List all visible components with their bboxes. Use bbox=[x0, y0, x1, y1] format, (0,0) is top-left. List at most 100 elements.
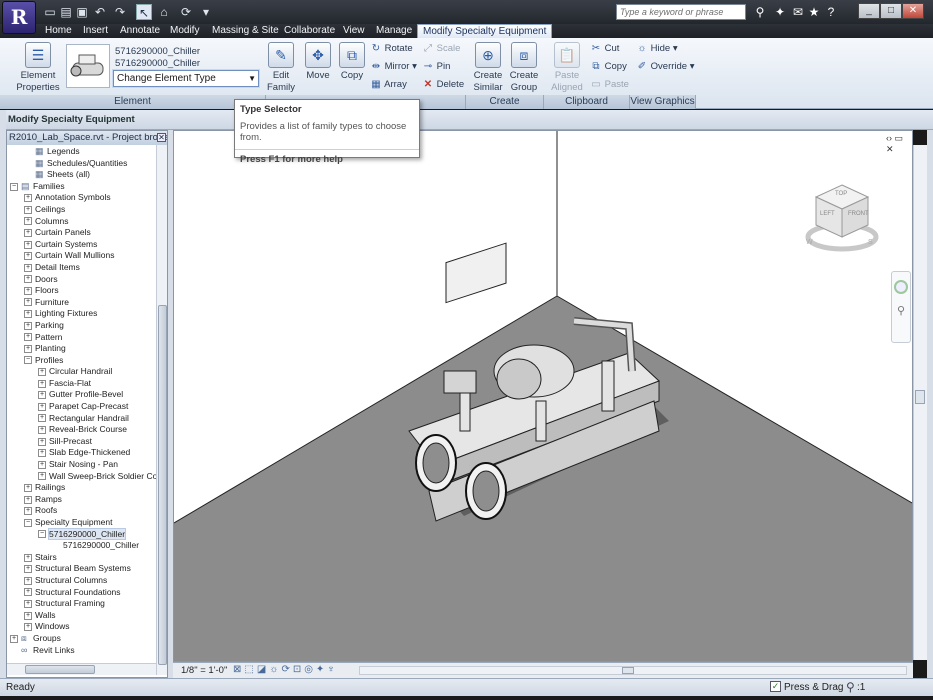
tree-item[interactable]: + Slab Edge-Thickened bbox=[10, 447, 156, 459]
scale-button[interactable]: ⤢ Scale bbox=[422, 43, 460, 55]
restore-button[interactable]: □ bbox=[880, 3, 902, 19]
expand-icon[interactable]: + bbox=[24, 599, 32, 608]
tree-item[interactable]: − Profiles bbox=[10, 355, 156, 367]
viewport-vertical-scrollbar[interactable] bbox=[913, 145, 927, 660]
tree-item[interactable]: + Pattern bbox=[10, 332, 156, 344]
expand-icon[interactable]: + bbox=[38, 379, 46, 388]
tree-item[interactable]: − ▤ Families bbox=[10, 181, 156, 193]
collapse-icon[interactable]: − bbox=[38, 530, 46, 539]
3d-viewport[interactable]: TOP LEFT FRONT W S ⚲ ‹› ▭ ✕ bbox=[173, 130, 913, 662]
subscription-icon[interactable]: ✦ bbox=[772, 4, 788, 20]
viewcube-left-face[interactable]: LEFT bbox=[820, 211, 835, 217]
tree-item[interactable]: + Curtain Wall Mullions bbox=[10, 250, 156, 262]
tree-item[interactable]: + Windows bbox=[10, 621, 156, 633]
expand-icon[interactable]: + bbox=[24, 252, 32, 261]
hscroll-thumb[interactable] bbox=[25, 665, 95, 674]
type-selector-dropdown[interactable]: Change Element Type ▼ bbox=[113, 70, 259, 87]
tree-item[interactable]: + Structural Beam Systems bbox=[10, 563, 156, 575]
press-drag-checkbox[interactable]: ✓ bbox=[770, 681, 781, 692]
tree-item[interactable]: + Detail Items bbox=[10, 262, 156, 274]
tree-item[interactable]: + Reveal-Brick Course bbox=[10, 424, 156, 436]
view-control-icons[interactable]: ⊠⬚◪☼⟳⊡◎✦♆ bbox=[233, 664, 338, 675]
redo-icon[interactable]: ↷ bbox=[112, 4, 128, 20]
tab-massing-site[interactable]: Massing & Site bbox=[207, 24, 284, 38]
favorites-icon[interactable]: ★ bbox=[806, 4, 822, 20]
expand-icon[interactable]: + bbox=[24, 217, 32, 226]
tree-item[interactable]: + Structural Framing bbox=[10, 598, 156, 610]
browser-horizontal-scrollbar[interactable] bbox=[7, 663, 156, 675]
view-scale[interactable]: 1/8" = 1'-0" bbox=[181, 665, 227, 676]
tree-item[interactable]: + Gutter Profile-Bevel bbox=[10, 389, 156, 401]
expand-icon[interactable]: + bbox=[24, 205, 32, 214]
create-group-button[interactable]: ⧈ Create Group bbox=[507, 42, 541, 94]
expand-icon[interactable]: + bbox=[24, 194, 32, 203]
tree-item[interactable]: + Structural Columns bbox=[10, 575, 156, 587]
close-icon[interactable]: ✕ bbox=[157, 133, 166, 142]
browser-vertical-scrollbar[interactable] bbox=[156, 145, 167, 675]
tree-item[interactable]: ∞ Revit Links bbox=[10, 645, 156, 657]
expand-icon[interactable]: + bbox=[24, 565, 32, 574]
expand-icon[interactable]: + bbox=[10, 634, 18, 643]
expand-icon[interactable]: + bbox=[24, 495, 32, 504]
tab-insert[interactable]: Insert bbox=[78, 24, 113, 38]
view-window-controls[interactable]: ‹› ▭ ✕ bbox=[886, 133, 912, 155]
tree-item[interactable]: −5716290000_Chiller bbox=[10, 527, 156, 541]
tab-annotate[interactable]: Annotate bbox=[115, 24, 165, 38]
tree-item[interactable]: ▦ Schedules/Quantities bbox=[10, 158, 156, 170]
expand-icon[interactable]: + bbox=[38, 437, 46, 446]
close-button[interactable]: ✕ bbox=[902, 3, 924, 19]
tree-item[interactable]: + Ceilings bbox=[10, 204, 156, 216]
expand-icon[interactable]: + bbox=[38, 449, 46, 458]
expand-icon[interactable]: + bbox=[24, 321, 32, 330]
viewcube-top-face[interactable]: TOP bbox=[835, 191, 847, 197]
binoculars-icon[interactable]: ⚲ bbox=[752, 4, 768, 20]
tree-item[interactable]: + Columns bbox=[10, 216, 156, 228]
tree-item[interactable]: + Wall Sweep-Brick Soldier Co bbox=[10, 471, 157, 483]
expand-icon[interactable]: + bbox=[38, 414, 46, 423]
tree-item[interactable]: + Annotation Symbols bbox=[10, 192, 156, 204]
create-similar-button[interactable]: ⊕ Create Similar bbox=[470, 42, 506, 94]
expand-icon[interactable]: + bbox=[24, 286, 32, 295]
expand-icon[interactable]: + bbox=[24, 310, 32, 319]
tree-item[interactable]: + Sill-Precast bbox=[10, 436, 156, 448]
tree-item[interactable]: + Curtain Systems bbox=[10, 239, 156, 251]
undo-icon[interactable]: ↶ bbox=[92, 4, 108, 20]
collapse-icon[interactable]: − bbox=[24, 356, 32, 365]
expand-icon[interactable]: + bbox=[24, 298, 32, 307]
communication-icon[interactable]: ✉ bbox=[790, 4, 806, 20]
tab-manage[interactable]: Manage bbox=[371, 24, 417, 38]
tree-item[interactable]: + Planting bbox=[10, 343, 156, 355]
viewport-scroll-thumb[interactable] bbox=[915, 390, 925, 404]
tab-collaborate[interactable]: Collaborate bbox=[279, 24, 340, 38]
tree-item[interactable]: + Structural Foundations bbox=[10, 587, 156, 599]
expand-icon[interactable]: + bbox=[24, 333, 32, 342]
element-properties-button[interactable]: ☰ Element Properties bbox=[14, 42, 62, 94]
modify-icon[interactable]: ↖ bbox=[136, 4, 152, 20]
collapse-icon[interactable]: − bbox=[10, 182, 18, 191]
expand-icon[interactable]: + bbox=[24, 228, 32, 237]
expand-icon[interactable]: + bbox=[24, 553, 32, 562]
scroll-thumb[interactable] bbox=[158, 305, 167, 665]
viewport-horizontal-scrollbar[interactable] bbox=[359, 666, 907, 675]
edit-family-button[interactable]: ✎ Edit Family bbox=[266, 42, 296, 94]
cut-button[interactable]: ✂ Cut bbox=[590, 43, 620, 55]
expand-icon[interactable]: + bbox=[38, 472, 46, 481]
tree-item[interactable]: + Furniture bbox=[10, 297, 156, 309]
open-folder-icon[interactable]: ▤ bbox=[58, 4, 74, 20]
tab-view[interactable]: View bbox=[338, 24, 370, 38]
expand-icon[interactable]: + bbox=[24, 611, 32, 620]
expand-icon[interactable]: + bbox=[38, 460, 46, 469]
application-menu-button[interactable]: R bbox=[2, 1, 36, 34]
expand-icon[interactable]: + bbox=[24, 576, 32, 585]
dropdown-icon[interactable]: ▾ bbox=[198, 4, 214, 20]
expand-icon[interactable]: + bbox=[38, 426, 46, 434]
search-input[interactable]: Type a keyword or phrase bbox=[616, 4, 746, 20]
expand-icon[interactable]: + bbox=[24, 483, 32, 492]
tree-item[interactable]: + Railings bbox=[10, 482, 156, 494]
tree-item[interactable]: + Stair Nosing - Pan bbox=[10, 459, 156, 471]
tree-item[interactable]: + Ramps bbox=[10, 494, 156, 506]
mirror-button[interactable]: ⇹ Mirror ▾ bbox=[370, 61, 417, 73]
tree-item[interactable]: + Circular Handrail bbox=[10, 366, 156, 378]
tree-item[interactable]: + Parapet Cap-Precast bbox=[10, 401, 156, 413]
tree-item[interactable]: − Specialty Equipment bbox=[10, 517, 156, 529]
